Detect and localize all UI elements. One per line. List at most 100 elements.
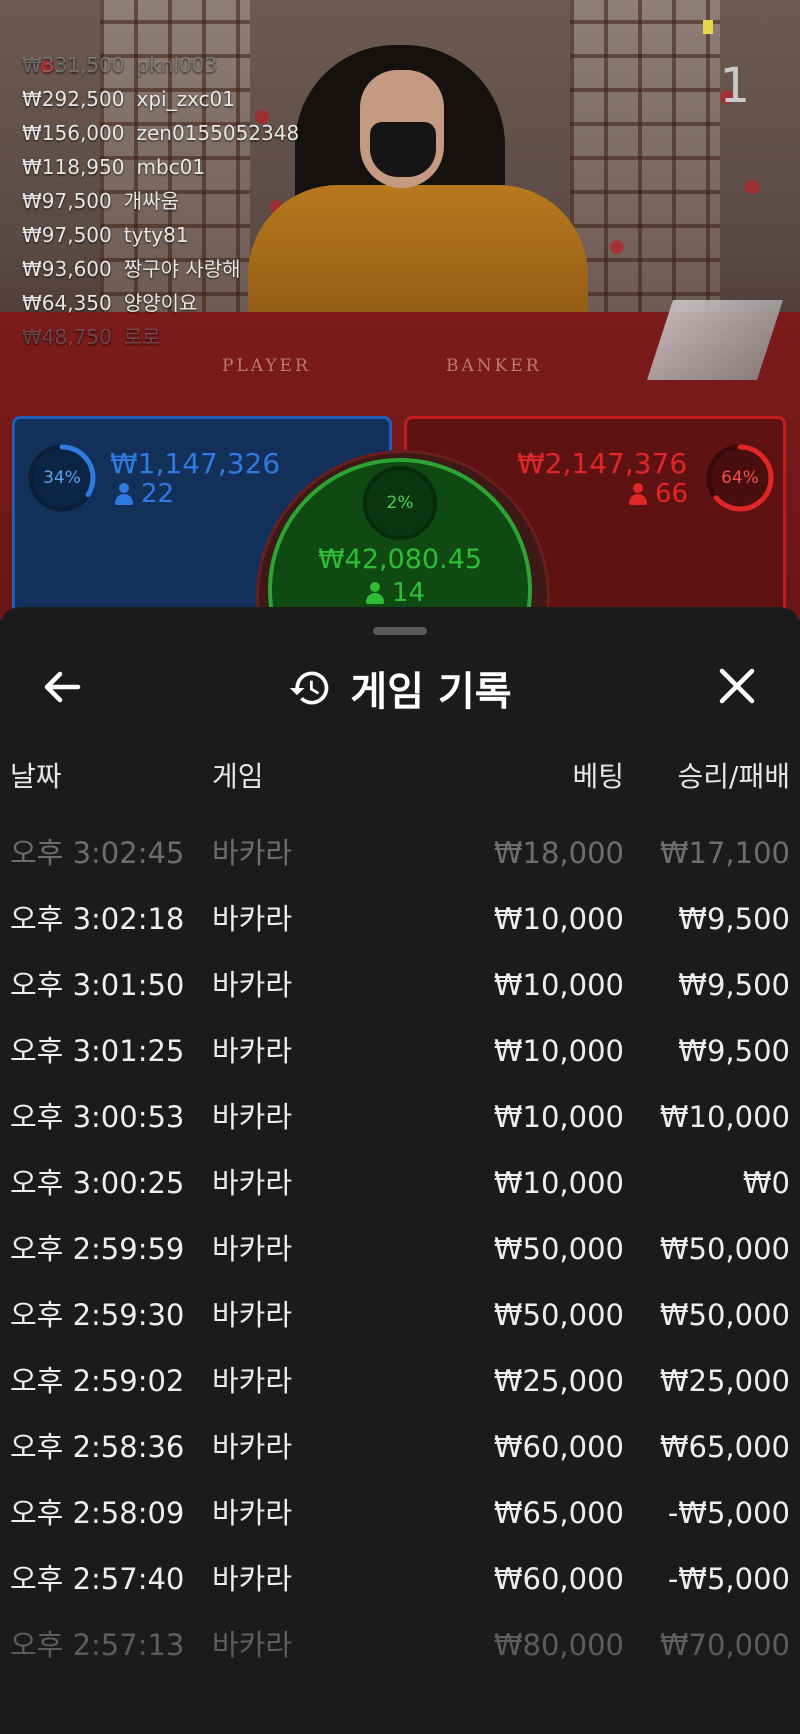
history-date: 오후 3:02:18 (10, 902, 185, 936)
person-icon (115, 483, 133, 505)
winner-entry: ₩93,600 짱구야 사랑해 (22, 252, 299, 286)
history-date: 오후 3:00:53 (10, 1100, 185, 1134)
history-result: ₩9,500 (678, 902, 790, 936)
winner-name: 양양이요 (123, 291, 198, 315)
history-row[interactable]: 오후 3:01:50 바카라 ₩10,000 ₩9,500 (0, 967, 800, 1033)
tie-total-amount: ₩42,080.45 (317, 544, 483, 575)
history-row[interactable]: 오후 2:59:30 바카라 ₩50,000 ₩50,000 (0, 1297, 800, 1363)
history-date: 오후 2:59:30 (10, 1298, 185, 1332)
history-bet: ₩80,000 (493, 1628, 624, 1662)
tie-bettor-count: 14 (366, 578, 425, 608)
winner-name: pknl003 (136, 53, 218, 77)
history-result: ₩50,000 (659, 1232, 790, 1266)
winner-amount: ₩118,950 (22, 155, 125, 179)
history-game: 바카라 (212, 1430, 293, 1464)
history-bet: ₩65,000 (493, 1496, 624, 1530)
banker-count-value: 66 (655, 479, 689, 509)
history-bet: ₩50,000 (493, 1232, 624, 1266)
winner-amount: ₩97,500 (22, 189, 112, 213)
history-game: 바카라 (212, 1298, 293, 1332)
banker-bettor-count: 66 (629, 479, 688, 509)
drag-handle[interactable] (373, 627, 427, 635)
history-row[interactable]: 오후 2:57:13 바카라 ₩80,000 ₩70,000 (0, 1627, 800, 1693)
history-game: 바카라 (212, 1100, 293, 1134)
history-result: ₩65,000 (659, 1430, 790, 1464)
history-game: 바카라 (212, 1166, 293, 1200)
history-table-header: 날짜 게임 베팅 승리/패배 (0, 755, 800, 795)
history-row[interactable]: 오후 3:00:53 바카라 ₩10,000 ₩10,000 (0, 1099, 800, 1165)
history-row[interactable]: 오후 2:59:02 바카라 ₩25,000 ₩25,000 (0, 1363, 800, 1429)
winner-amount: ₩97,500 (22, 223, 112, 247)
game-history-sheet: 게임 기록 날짜 게임 베팅 승리/패배 오후 3:02:45 바카라 ₩18,00… (0, 607, 800, 1734)
winner-amount: ₩156,000 (22, 121, 125, 145)
history-row[interactable]: 오후 2:57:40 바카라 ₩60,000 -₩5,000 (0, 1561, 800, 1627)
history-bet: ₩18,000 (493, 836, 624, 870)
history-row[interactable]: 오후 3:01:25 바카라 ₩10,000 ₩9,500 (0, 1033, 800, 1099)
column-header-bet: 베팅 (572, 760, 624, 793)
history-row[interactable]: 오후 3:02:18 바카라 ₩10,000 ₩9,500 (0, 901, 800, 967)
history-result: ₩9,500 (678, 968, 790, 1002)
history-bet: ₩60,000 (493, 1430, 624, 1464)
back-button[interactable] (38, 665, 88, 709)
column-header-game: 게임 (212, 760, 264, 793)
history-bet: ₩10,000 (493, 968, 624, 1002)
history-game: 바카라 (212, 1496, 293, 1530)
winner-entry: ₩64,350 양양이요 (22, 286, 299, 320)
tie-percent-ring: 2% (363, 466, 437, 540)
player-percent-ring: 34% (27, 443, 97, 513)
history-row[interactable]: 오후 2:58:36 바카라 ₩60,000 ₩65,000 (0, 1429, 800, 1495)
tie-percent: 2% (386, 493, 414, 513)
history-date: 오후 3:01:50 (10, 968, 185, 1002)
history-bet: ₩25,000 (493, 1364, 624, 1398)
history-game: 바카라 (212, 1034, 293, 1068)
history-date: 오후 2:57:13 (10, 1628, 185, 1662)
felt-label-banker: BANKER (446, 356, 542, 376)
history-bet: ₩10,000 (493, 1166, 624, 1200)
winner-name: zen0155052348 (136, 121, 300, 145)
winner-name: xpi_zxc01 (136, 87, 235, 111)
column-header-result: 승리/패배 (677, 760, 790, 793)
winner-name: tyty81 (123, 223, 189, 247)
history-game: 바카라 (212, 1562, 293, 1596)
winner-amount: ₩292,500 (22, 87, 125, 111)
history-date: 오후 2:58:36 (10, 1430, 185, 1464)
history-date: 오후 3:00:25 (10, 1166, 185, 1200)
history-row[interactable]: 오후 2:58:09 바카라 ₩65,000 -₩5,000 (0, 1495, 800, 1561)
history-result: ₩9,500 (678, 1034, 790, 1068)
history-date: 오후 2:58:09 (10, 1496, 185, 1530)
history-bet: ₩10,000 (493, 1034, 624, 1068)
winner-name: mbc01 (136, 155, 206, 179)
history-date: 오후 2:57:40 (10, 1562, 185, 1596)
player-bettor-count: 22 (115, 479, 174, 509)
history-game: 바카라 (212, 1364, 293, 1398)
arrow-left-icon (44, 671, 81, 703)
history-date: 오후 2:59:59 (10, 1232, 185, 1266)
winner-entry: ₩48,750 로로 (22, 320, 299, 354)
winners-ticker: ₩331,500 pknl003 ₩292,500 xpi_zxc01 ₩156,000… (22, 48, 299, 354)
tag-icon (703, 20, 713, 34)
history-date: 오후 3:01:25 (10, 1034, 185, 1068)
history-table-body[interactable]: 오후 3:02:45 바카라 ₩18,000 ₩17,100 오후 3:02:18 바카라… (0, 835, 800, 1693)
winner-amount: ₩93,600 (22, 257, 112, 281)
history-game: 바카라 (212, 1232, 293, 1266)
person-icon (366, 582, 384, 604)
dealer-mask (370, 122, 436, 177)
history-result: ₩0 (742, 1166, 790, 1200)
history-result: ₩10,000 (659, 1100, 790, 1134)
history-bet: ₩10,000 (493, 1100, 624, 1134)
banker-percent: 64% (721, 468, 759, 488)
history-game: 바카라 (212, 836, 293, 870)
folding-screen-right (570, 0, 720, 330)
history-row[interactable]: 오후 3:02:45 바카라 ₩18,000 ₩17,100 (0, 835, 800, 901)
sheet-title: 게임 기록 (350, 669, 512, 715)
winner-name: 로로 (123, 325, 161, 349)
player-count-value: 22 (141, 479, 175, 509)
history-bet: ₩10,000 (493, 902, 624, 936)
winner-name: 짱구야 사랑해 (123, 257, 241, 281)
close-button[interactable] (712, 665, 762, 709)
history-row[interactable]: 오후 2:59:59 바카라 ₩50,000 ₩50,000 (0, 1231, 800, 1297)
history-game: 바카라 (212, 1628, 293, 1662)
history-row[interactable]: 오후 3:00:25 바카라 ₩10,000 ₩0 (0, 1165, 800, 1231)
player-percent: 34% (43, 468, 81, 488)
winner-entry: ₩97,500 개싸움 (22, 184, 299, 218)
